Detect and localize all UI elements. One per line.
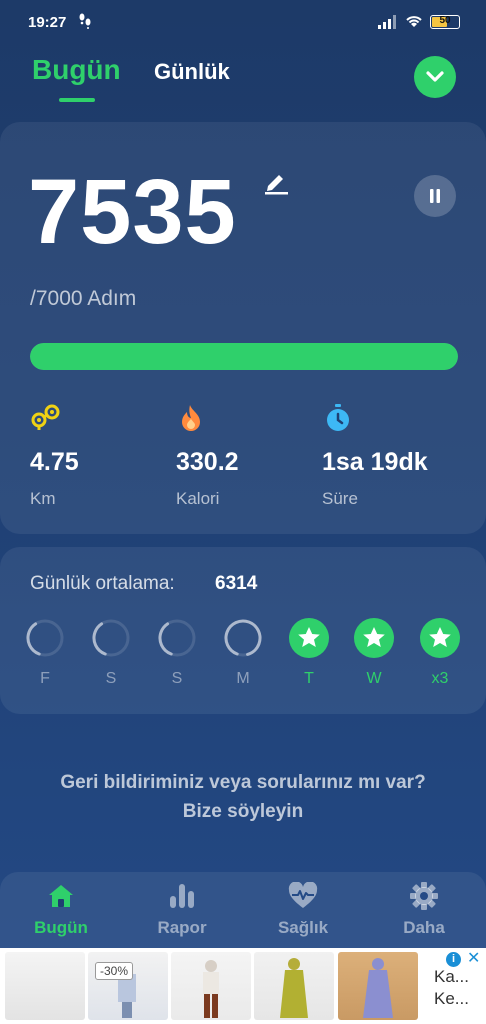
clock-icon: [322, 402, 462, 434]
wifi-icon: [404, 13, 424, 34]
star-icon: [289, 618, 329, 658]
heart-pulse-icon: [253, 880, 353, 912]
footsteps-icon: [78, 13, 92, 32]
feedback-line-2: Bize söyleyin: [182, 801, 304, 822]
nav-label-health: Sağlık: [277, 918, 329, 937]
bar-chart-icon: [132, 880, 232, 912]
nav-label-today: Bugün: [34, 918, 88, 937]
ad-banner[interactable]: -30%: [0, 948, 486, 1024]
tab-daily[interactable]: Günlük: [154, 59, 230, 85]
step-count: 7535: [28, 161, 237, 263]
feedback-line-1: Geri bildiriminiz veya sorularınız mı va…: [60, 772, 426, 793]
pause-icon: [430, 189, 440, 203]
signal-icon: [378, 15, 398, 34]
duration-label: Süre: [322, 489, 358, 508]
ad-text-line-1: Ka...: [434, 967, 469, 986]
day-label: M: [236, 670, 250, 687]
daily-average-label: Günlük ortalama:: [30, 573, 175, 594]
progress-ring: [91, 618, 131, 658]
ad-text-line-2: Ke...: [434, 989, 469, 1008]
ad-text: Ka... Ke...: [434, 966, 469, 1010]
nav-label-more: Daha: [403, 918, 445, 937]
distance-icon: [30, 402, 170, 434]
day-indicator[interactable]: T: [289, 618, 329, 688]
ad-discount-badge: -30%: [95, 962, 134, 980]
home-icon: [11, 880, 111, 912]
tab-today[interactable]: Bugün: [32, 54, 121, 86]
edit-icon[interactable]: [262, 168, 290, 201]
stat-calories: 330.2 Kalori: [176, 402, 316, 509]
day-label: S: [171, 670, 183, 687]
calories-value: 330.2: [176, 448, 239, 476]
gear-icon: [374, 880, 474, 912]
star-icon: [354, 618, 394, 658]
fire-icon: [176, 402, 316, 434]
day-label: x3: [431, 670, 449, 687]
progress-ring: [157, 618, 197, 658]
nav-item-health[interactable]: Sağlık: [253, 880, 353, 938]
day-label: T: [304, 670, 314, 687]
close-icon[interactable]: ✕: [467, 948, 480, 968]
duration-value: 1sa 19dk: [322, 448, 428, 476]
dropdown-button[interactable]: [414, 56, 456, 98]
pause-button[interactable]: [414, 175, 456, 217]
step-progress-fill: [30, 343, 458, 370]
ad-info-icon[interactable]: i: [446, 952, 461, 967]
stat-duration: 1sa 19dk Süre: [322, 402, 462, 509]
stat-distance: 4.75 Km: [30, 402, 170, 509]
step-goal: /7000 Adım: [30, 287, 137, 310]
calories-label: Kalori: [176, 489, 220, 508]
distance-value: 4.75: [30, 448, 79, 476]
day-label: W: [366, 670, 382, 687]
step-progress-bar: [30, 343, 458, 370]
status-bar: 19:27 50: [0, 0, 486, 46]
nav-item-today[interactable]: Bugün: [11, 880, 111, 938]
day-indicator[interactable]: S: [157, 618, 197, 688]
ad-image-3[interactable]: [171, 952, 251, 1020]
ad-image-4[interactable]: [254, 952, 334, 1020]
status-time: 19:27: [28, 14, 67, 31]
day-indicator[interactable]: x3: [420, 618, 460, 688]
day-indicator[interactable]: F: [25, 618, 65, 688]
nav-item-more[interactable]: Daha: [374, 880, 474, 938]
day-indicator[interactable]: M: [223, 618, 263, 688]
battery-level: 50: [439, 15, 451, 26]
progress-ring: [25, 618, 65, 658]
daily-average-value: 6314: [215, 573, 258, 594]
nav-item-report[interactable]: Rapor: [132, 880, 232, 938]
ad-image-5[interactable]: [338, 952, 418, 1020]
day-label: S: [105, 670, 117, 687]
ad-image-1[interactable]: [5, 952, 85, 1020]
day-indicator[interactable]: W: [354, 618, 394, 688]
star-icon: [420, 618, 460, 658]
battery-icon: 50: [430, 15, 460, 29]
distance-label: Km: [30, 489, 56, 508]
tab-indicator: [59, 98, 95, 102]
progress-ring: [223, 618, 263, 658]
feedback-link[interactable]: Geri bildiriminiz veya sorularınız mı va…: [0, 768, 486, 826]
nav-label-report: Rapor: [157, 918, 207, 937]
day-label: F: [40, 670, 50, 687]
chevron-down-icon: [426, 71, 444, 82]
day-indicator[interactable]: S: [91, 618, 131, 688]
